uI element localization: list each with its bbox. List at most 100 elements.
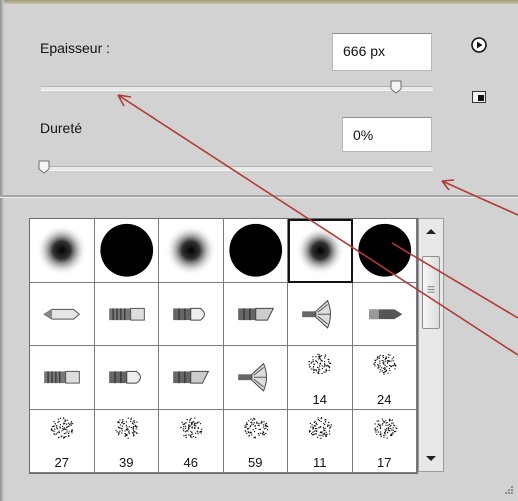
brush-preset-3[interactable]	[159, 219, 224, 283]
hardness-slider-thumb[interactable]	[37, 160, 51, 174]
brush-thumbnail	[95, 283, 159, 346]
panel-top-border	[0, 0, 518, 4]
brush-thumbnail	[30, 346, 94, 409]
brush-preset-12[interactable]	[352, 282, 417, 346]
brush-size-label: 17	[377, 455, 392, 470]
brush-size-label: 14	[312, 391, 327, 407]
brush-preset-11[interactable]	[288, 282, 353, 346]
brush-preset-4[interactable]	[223, 219, 288, 283]
brush-thumbnail	[224, 410, 288, 457]
brush-thumbnail	[95, 410, 159, 457]
hardness-label: Dureté	[40, 120, 83, 136]
hard-round-brush-icon	[99, 223, 153, 277]
brush-thumbnail	[353, 283, 417, 346]
brush-preset-15[interactable]	[159, 346, 224, 410]
brush-thumbnail	[30, 219, 94, 282]
soft-round-brush-icon	[165, 224, 217, 276]
brush-thumbnail	[159, 283, 223, 346]
brush-thumbnail	[224, 283, 288, 346]
scatter-brush-icon	[373, 417, 397, 439]
scatter-brush-icon	[114, 416, 138, 439]
scatter-brush-icon	[308, 353, 332, 375]
scatter-brush-icon	[180, 416, 203, 438]
brush-preset-6[interactable]	[352, 219, 417, 283]
brush-preset-1[interactable]	[30, 219, 95, 283]
play-circle-icon[interactable]	[471, 37, 487, 53]
size-input[interactable]: 666 px	[332, 33, 432, 71]
flat-bristle-brush-icon	[44, 370, 80, 384]
angled-bristle-brush-icon	[237, 307, 274, 321]
brush-grid-scrollbar[interactable]	[418, 218, 444, 472]
scatter-brush-icon	[372, 354, 396, 375]
scatter-brush-icon	[243, 417, 268, 438]
round-bristle-brush-icon	[108, 370, 141, 384]
brush-size-label: 11	[313, 455, 327, 470]
scrollbar-grip-icon	[427, 286, 435, 293]
marker-tip-brush-icon	[368, 308, 402, 319]
brush-thumbnail	[288, 346, 352, 393]
soft-round-brush-icon	[36, 224, 88, 276]
brush-thumbnail	[288, 410, 352, 457]
brush-size-label: 27	[54, 455, 69, 470]
brush-size-label: 24	[377, 391, 392, 407]
brush-thumbnail	[224, 219, 288, 282]
fan-bristle-brush-icon	[302, 299, 331, 329]
pencil-tip-brush-icon	[43, 308, 81, 320]
brush-thumbnail	[159, 346, 223, 409]
brush-thumbnail	[30, 283, 94, 346]
scatter-brush-icon	[50, 416, 74, 439]
brush-preset-18[interactable]: 24	[352, 346, 417, 410]
brush-preset-8[interactable]	[94, 282, 159, 346]
angled-bristle-brush-icon	[173, 370, 210, 384]
brush-preset-16[interactable]	[223, 346, 288, 410]
brush-preset-9[interactable]	[159, 282, 224, 346]
brush-preset-13[interactable]	[30, 346, 95, 410]
resize-grip-icon[interactable]	[502, 485, 514, 497]
size-slider-track[interactable]	[41, 86, 433, 91]
size-label: Epaisseur :	[40, 40, 111, 56]
brush-preset-grid: 14 24 27 39 46 59 11 17	[29, 218, 418, 474]
scatter-brush-icon	[308, 416, 332, 439]
brush-preset-21[interactable]: 46	[159, 409, 224, 473]
brush-thumbnail	[290, 221, 351, 281]
scrollbar-thumb[interactable]	[422, 256, 440, 329]
brush-preset-7[interactable]	[30, 282, 95, 346]
hard-round-brush-icon	[228, 223, 282, 277]
brush-thumbnail	[159, 410, 223, 457]
hard-round-brush-icon	[357, 223, 411, 277]
brush-preset-23[interactable]: 11	[288, 409, 353, 473]
panel-left-border	[0, 0, 4, 501]
brush-thumbnail	[288, 283, 352, 346]
section-divider	[0, 195, 518, 198]
panel-menu-icon[interactable]	[472, 91, 486, 103]
brush-preset-14[interactable]	[94, 346, 159, 410]
brush-preset-5[interactable]	[288, 219, 353, 283]
soft-round-brush-icon	[296, 226, 345, 275]
brush-size-label: 46	[183, 455, 198, 470]
brush-thumbnail	[353, 219, 417, 282]
brush-size-label: 59	[248, 455, 263, 470]
flat-bristle-brush-icon	[108, 307, 145, 321]
fan-bristle-brush-icon	[237, 362, 267, 392]
brush-preset-22[interactable]: 59	[223, 409, 288, 473]
brush-preset-17[interactable]: 14	[288, 346, 353, 410]
scroll-up-arrow-icon[interactable]	[419, 219, 443, 245]
brush-thumbnail	[95, 346, 159, 409]
brush-preset-20[interactable]: 39	[94, 409, 159, 473]
brush-thumbnail	[95, 219, 159, 282]
brush-preset-2[interactable]	[94, 219, 159, 283]
hardness-input[interactable]: 0%	[342, 117, 432, 152]
brush-thumbnail	[159, 219, 223, 282]
hardness-slider-track[interactable]	[41, 166, 433, 171]
brush-thumbnail	[224, 346, 288, 409]
brush-thumbnail	[353, 410, 417, 457]
brush-thumbnail	[353, 346, 417, 393]
brush-thumbnail	[30, 410, 94, 457]
brush-size-label: 39	[119, 455, 134, 470]
brush-preset-19[interactable]: 27	[30, 409, 95, 473]
scroll-down-arrow-icon[interactable]	[419, 445, 443, 471]
round-bristle-brush-icon	[173, 307, 205, 321]
size-slider-thumb[interactable]	[389, 80, 403, 94]
brush-preset-24[interactable]: 17	[352, 409, 417, 473]
brush-preset-10[interactable]	[223, 282, 288, 346]
